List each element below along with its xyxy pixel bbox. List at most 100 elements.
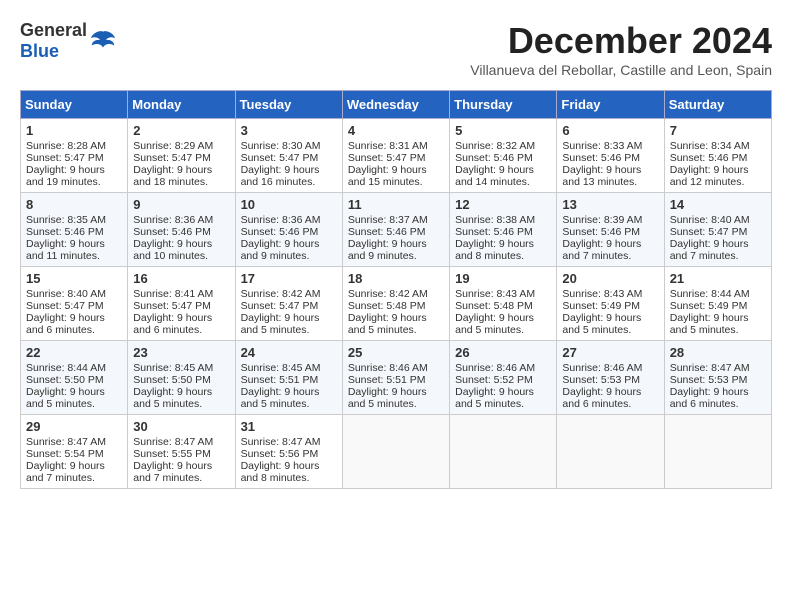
sunset-label: Sunset: 5:52 PM <box>455 374 533 386</box>
calendar-cell: 21 Sunrise: 8:44 AM Sunset: 5:49 PM Dayl… <box>664 267 771 341</box>
month-title: December 2024 <box>470 20 772 62</box>
day-number: 25 <box>348 345 444 360</box>
sunrise-label: Sunrise: 8:37 AM <box>348 214 428 226</box>
sunset-label: Sunset: 5:49 PM <box>670 300 748 312</box>
sunrise-label: Sunrise: 8:44 AM <box>670 288 750 300</box>
day-number: 10 <box>241 197 337 212</box>
sunset-label: Sunset: 5:46 PM <box>26 226 104 238</box>
logo-general: General <box>20 20 87 40</box>
daylight-label: Daylight: 9 hours and 7 minutes. <box>670 238 749 262</box>
day-number: 14 <box>670 197 766 212</box>
daylight-label: Daylight: 9 hours and 5 minutes. <box>241 312 320 336</box>
calendar-cell <box>450 415 557 489</box>
daylight-label: Daylight: 9 hours and 5 minutes. <box>348 386 427 410</box>
calendar-week-4: 22 Sunrise: 8:44 AM Sunset: 5:50 PM Dayl… <box>21 341 772 415</box>
day-number: 22 <box>26 345 122 360</box>
sunrise-label: Sunrise: 8:40 AM <box>670 214 750 226</box>
calendar-cell: 30 Sunrise: 8:47 AM Sunset: 5:55 PM Dayl… <box>128 415 235 489</box>
sunrise-label: Sunrise: 8:43 AM <box>455 288 535 300</box>
calendar-cell: 17 Sunrise: 8:42 AM Sunset: 5:47 PM Dayl… <box>235 267 342 341</box>
sunrise-label: Sunrise: 8:45 AM <box>241 362 321 374</box>
logo-blue: Blue <box>20 41 59 61</box>
location-title: Villanueva del Rebollar, Castille and Le… <box>470 62 772 78</box>
daylight-label: Daylight: 9 hours and 6 minutes. <box>133 312 212 336</box>
weekday-header-monday: Monday <box>128 91 235 119</box>
daylight-label: Daylight: 9 hours and 10 minutes. <box>133 238 212 262</box>
daylight-label: Daylight: 9 hours and 8 minutes. <box>455 238 534 262</box>
daylight-label: Daylight: 9 hours and 14 minutes. <box>455 164 534 188</box>
sunrise-label: Sunrise: 8:34 AM <box>670 140 750 152</box>
daylight-label: Daylight: 9 hours and 7 minutes. <box>26 460 105 484</box>
calendar-cell: 20 Sunrise: 8:43 AM Sunset: 5:49 PM Dayl… <box>557 267 664 341</box>
sunset-label: Sunset: 5:51 PM <box>348 374 426 386</box>
sunset-label: Sunset: 5:51 PM <box>241 374 319 386</box>
calendar-cell: 2 Sunrise: 8:29 AM Sunset: 5:47 PM Dayli… <box>128 119 235 193</box>
logo: General Blue <box>20 20 117 62</box>
calendar-cell: 7 Sunrise: 8:34 AM Sunset: 5:46 PM Dayli… <box>664 119 771 193</box>
sunrise-label: Sunrise: 8:31 AM <box>348 140 428 152</box>
calendar-cell: 26 Sunrise: 8:46 AM Sunset: 5:52 PM Dayl… <box>450 341 557 415</box>
day-number: 27 <box>562 345 658 360</box>
weekday-header-thursday: Thursday <box>450 91 557 119</box>
daylight-label: Daylight: 9 hours and 9 minutes. <box>241 238 320 262</box>
daylight-label: Daylight: 9 hours and 5 minutes. <box>455 386 534 410</box>
sunrise-label: Sunrise: 8:47 AM <box>241 436 321 448</box>
calendar-week-5: 29 Sunrise: 8:47 AM Sunset: 5:54 PM Dayl… <box>21 415 772 489</box>
sunset-label: Sunset: 5:47 PM <box>133 300 211 312</box>
daylight-label: Daylight: 9 hours and 6 minutes. <box>562 386 641 410</box>
weekday-header-tuesday: Tuesday <box>235 91 342 119</box>
daylight-label: Daylight: 9 hours and 19 minutes. <box>26 164 105 188</box>
calendar-week-1: 1 Sunrise: 8:28 AM Sunset: 5:47 PM Dayli… <box>21 119 772 193</box>
day-number: 21 <box>670 271 766 286</box>
daylight-label: Daylight: 9 hours and 9 minutes. <box>348 238 427 262</box>
calendar-cell: 19 Sunrise: 8:43 AM Sunset: 5:48 PM Dayl… <box>450 267 557 341</box>
calendar-cell: 25 Sunrise: 8:46 AM Sunset: 5:51 PM Dayl… <box>342 341 449 415</box>
calendar-cell: 10 Sunrise: 8:36 AM Sunset: 5:46 PM Dayl… <box>235 193 342 267</box>
day-number: 20 <box>562 271 658 286</box>
calendar-cell: 18 Sunrise: 8:42 AM Sunset: 5:48 PM Dayl… <box>342 267 449 341</box>
daylight-label: Daylight: 9 hours and 5 minutes. <box>133 386 212 410</box>
sunset-label: Sunset: 5:53 PM <box>562 374 640 386</box>
calendar-cell: 3 Sunrise: 8:30 AM Sunset: 5:47 PM Dayli… <box>235 119 342 193</box>
daylight-label: Daylight: 9 hours and 5 minutes. <box>562 312 641 336</box>
sunrise-label: Sunrise: 8:46 AM <box>348 362 428 374</box>
calendar-cell: 5 Sunrise: 8:32 AM Sunset: 5:46 PM Dayli… <box>450 119 557 193</box>
sunrise-label: Sunrise: 8:39 AM <box>562 214 642 226</box>
day-number: 5 <box>455 123 551 138</box>
calendar-header-row: SundayMondayTuesdayWednesdayThursdayFrid… <box>21 91 772 119</box>
day-number: 28 <box>670 345 766 360</box>
day-number: 29 <box>26 419 122 434</box>
day-number: 18 <box>348 271 444 286</box>
calendar-cell: 27 Sunrise: 8:46 AM Sunset: 5:53 PM Dayl… <box>557 341 664 415</box>
day-number: 6 <box>562 123 658 138</box>
page-container: General Blue December 2024 Villanueva de… <box>20 20 772 489</box>
sunrise-label: Sunrise: 8:47 AM <box>26 436 106 448</box>
sunrise-label: Sunrise: 8:38 AM <box>455 214 535 226</box>
sunset-label: Sunset: 5:47 PM <box>670 226 748 238</box>
day-number: 4 <box>348 123 444 138</box>
day-number: 31 <box>241 419 337 434</box>
day-number: 9 <box>133 197 229 212</box>
calendar-cell: 13 Sunrise: 8:39 AM Sunset: 5:46 PM Dayl… <box>557 193 664 267</box>
calendar-cell: 29 Sunrise: 8:47 AM Sunset: 5:54 PM Dayl… <box>21 415 128 489</box>
sunset-label: Sunset: 5:47 PM <box>348 152 426 164</box>
calendar-cell: 16 Sunrise: 8:41 AM Sunset: 5:47 PM Dayl… <box>128 267 235 341</box>
sunrise-label: Sunrise: 8:28 AM <box>26 140 106 152</box>
daylight-label: Daylight: 9 hours and 5 minutes. <box>241 386 320 410</box>
day-number: 30 <box>133 419 229 434</box>
calendar-cell: 1 Sunrise: 8:28 AM Sunset: 5:47 PM Dayli… <box>21 119 128 193</box>
sunrise-label: Sunrise: 8:42 AM <box>348 288 428 300</box>
sunrise-label: Sunrise: 8:42 AM <box>241 288 321 300</box>
sunset-label: Sunset: 5:56 PM <box>241 448 319 460</box>
calendar-cell: 4 Sunrise: 8:31 AM Sunset: 5:47 PM Dayli… <box>342 119 449 193</box>
daylight-label: Daylight: 9 hours and 8 minutes. <box>241 460 320 484</box>
sunrise-label: Sunrise: 8:30 AM <box>241 140 321 152</box>
daylight-label: Daylight: 9 hours and 13 minutes. <box>562 164 641 188</box>
calendar-cell: 24 Sunrise: 8:45 AM Sunset: 5:51 PM Dayl… <box>235 341 342 415</box>
sunset-label: Sunset: 5:54 PM <box>26 448 104 460</box>
sunset-label: Sunset: 5:47 PM <box>133 152 211 164</box>
sunrise-label: Sunrise: 8:32 AM <box>455 140 535 152</box>
calendar-cell: 12 Sunrise: 8:38 AM Sunset: 5:46 PM Dayl… <box>450 193 557 267</box>
calendar-cell: 11 Sunrise: 8:37 AM Sunset: 5:46 PM Dayl… <box>342 193 449 267</box>
sunrise-label: Sunrise: 8:36 AM <box>241 214 321 226</box>
